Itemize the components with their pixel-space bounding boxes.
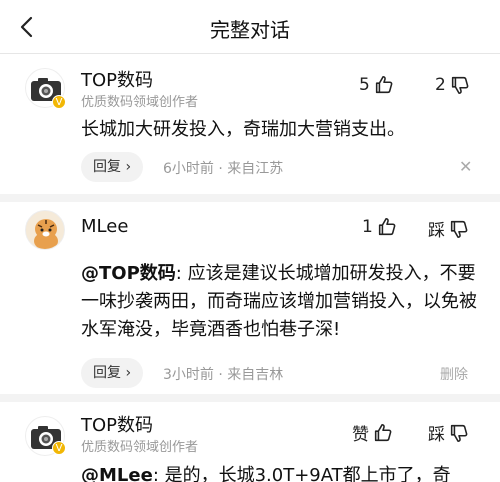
- dislike-button[interactable]: 踩: [428, 216, 470, 241]
- tiger-avatar-icon: [26, 211, 64, 249]
- like-button[interactable]: 1: [362, 216, 398, 238]
- mention-link[interactable]: @MLee: [81, 465, 153, 482]
- reply-label: 回复: [93, 159, 121, 175]
- reply-label: 回复: [93, 365, 121, 381]
- like-button[interactable]: 5: [359, 74, 395, 96]
- delete-button[interactable]: 删除: [440, 364, 468, 384]
- author-name[interactable]: TOP数码: [81, 411, 153, 437]
- like-label: 赞: [352, 425, 369, 445]
- thumbs-down-icon: [450, 220, 468, 238]
- thumbs-up-icon: [375, 75, 393, 94]
- comment-location: 来自吉林: [227, 367, 284, 383]
- like-count: 5: [359, 75, 370, 95]
- author-title: 优质数码领域创作者: [81, 440, 199, 455]
- comment-time: 3小时前: [163, 367, 214, 383]
- comment-time: 6小时前: [163, 161, 214, 177]
- thumbs-down-icon: [451, 76, 469, 95]
- verified-badge-icon: V: [52, 441, 66, 455]
- dislike-label: 踩: [428, 221, 445, 241]
- dislike-count: 2: [435, 75, 446, 95]
- comment-item: MLee 1 踩 @TOP数码: 应该是建议长城增加研发投入，不要一味抄袭两田，…: [0, 202, 500, 402]
- comment-item: V TOP数码 优质数码领域创作者 赞 踩 @MLee: 是的，长城3.0T+9…: [0, 402, 500, 482]
- avatar[interactable]: [25, 210, 65, 250]
- comment-text: @MLee: 是的，长城3.0T+9AT都上市了，奇: [81, 462, 481, 482]
- close-icon[interactable]: ✕: [459, 157, 472, 176]
- comment-item: V TOP数码 优质数码领域创作者 5 2 长城加大研发投入，奇瑞加大营销支出。…: [0, 54, 500, 194]
- like-count: 1: [362, 217, 373, 237]
- comment-meta: 6小时前 · 来自江苏: [163, 161, 284, 177]
- page-title: 完整对话: [210, 18, 290, 42]
- verified-badge-icon: V: [52, 95, 66, 109]
- comment-text: @TOP数码: 应该是建议长城增加研发投入，不要一味抄袭两田，而奇瑞应该增加营销…: [81, 260, 481, 344]
- dislike-button[interactable]: 2: [435, 74, 471, 96]
- dislike-label: 踩: [428, 425, 445, 445]
- author-name[interactable]: TOP数码: [81, 66, 153, 92]
- reply-button[interactable]: 回复 ›: [81, 152, 144, 182]
- comment-body: : 是的，长城3.0T+9AT都上市了，奇: [152, 465, 451, 482]
- thumbs-up-icon: [378, 217, 396, 236]
- section-divider: [0, 194, 500, 202]
- thumbs-up-icon: [374, 423, 392, 441]
- comment-text: 长城加大研发投入，奇瑞加大营销支出。: [81, 119, 405, 140]
- like-button[interactable]: 赞: [352, 420, 394, 445]
- thumbs-down-icon: [450, 424, 468, 442]
- comment-meta: 3小时前 · 来自吉林: [163, 367, 284, 383]
- dislike-button[interactable]: 踩: [428, 420, 470, 445]
- section-divider: [0, 394, 500, 402]
- comment-location: 来自江苏: [227, 161, 284, 177]
- author-title: 优质数码领域创作者: [81, 95, 199, 110]
- author-name[interactable]: MLee: [81, 216, 128, 237]
- mention-link[interactable]: @TOP数码: [81, 263, 176, 284]
- reply-button[interactable]: 回复 ›: [81, 358, 144, 388]
- top-bar: 完整对话: [0, 0, 500, 54]
